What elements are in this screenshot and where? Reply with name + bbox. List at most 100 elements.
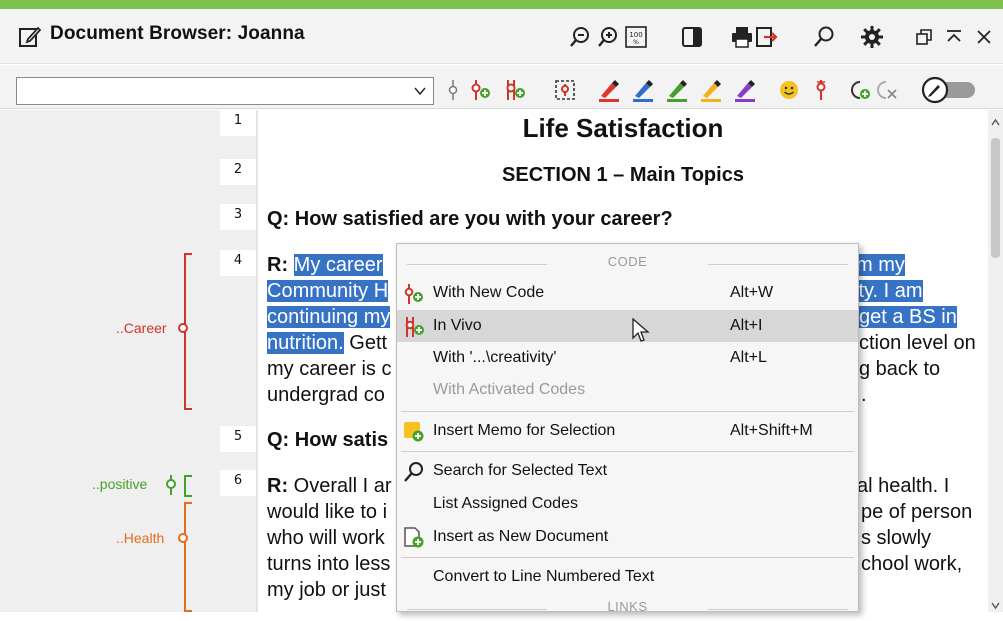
collapse-icon[interactable] bbox=[940, 23, 968, 51]
menu-item-search-selected-text[interactable]: Search for Selected Text bbox=[397, 455, 858, 487]
divider bbox=[708, 609, 848, 610]
response-2-line: s slowly bbox=[861, 527, 932, 549]
selected-text[interactable]: continuing my bbox=[267, 306, 391, 328]
divider bbox=[708, 264, 848, 265]
response-1-line: ction level on bbox=[859, 332, 976, 354]
line-number: 4 bbox=[220, 250, 256, 276]
in-vivo-icon[interactable] bbox=[500, 75, 530, 105]
line-number: 3 bbox=[220, 204, 256, 230]
document-title: Life Satisfaction bbox=[522, 113, 724, 143]
restore-icon[interactable] bbox=[910, 23, 938, 51]
code-label-health[interactable]: ..Health bbox=[116, 530, 164, 546]
response-1-line: Community H bbox=[267, 278, 389, 304]
export-icon[interactable] bbox=[752, 23, 780, 51]
menu-separator bbox=[401, 557, 854, 558]
line-number: 5 bbox=[220, 426, 256, 452]
panel-toggle-icon[interactable] bbox=[678, 23, 706, 51]
response-2-line: who will work bbox=[267, 527, 385, 549]
code-node-icon bbox=[178, 533, 188, 543]
close-icon[interactable] bbox=[970, 23, 998, 51]
code-label-career[interactable]: ..Career bbox=[116, 320, 167, 336]
coding-toolbar bbox=[0, 65, 1003, 109]
response-1-line: my career is c bbox=[267, 358, 392, 380]
window-title: Document Browser: Joanna bbox=[50, 23, 305, 44]
menu-item-shortcut: Alt+I bbox=[730, 317, 763, 334]
question-2: Q: How satis bbox=[267, 429, 389, 451]
menu-item-list-assigned-codes[interactable]: List Assigned Codes bbox=[397, 488, 858, 520]
menu-separator bbox=[401, 451, 854, 452]
response-1-line: continuing my bbox=[267, 304, 391, 330]
menu-item-in-vivo[interactable]: In Vivo Alt+I bbox=[397, 310, 858, 342]
response-2-line: my job or just bbox=[267, 579, 386, 601]
selected-text[interactable]: nutrition. bbox=[267, 332, 344, 354]
menu-item-convert-line-numbered[interactable]: Convert to Line Numbered Text bbox=[397, 561, 858, 593]
menu-item-shortcut: Alt+W bbox=[730, 284, 774, 301]
scrollbar-thumb[interactable] bbox=[991, 138, 1000, 258]
selected-text[interactable]: m my bbox=[856, 254, 905, 276]
selected-text[interactable]: ity. I am bbox=[854, 280, 923, 302]
positive-code-bracket[interactable] bbox=[184, 475, 192, 497]
symbol-code-icon[interactable] bbox=[806, 75, 836, 105]
menu-item-label: Insert Memo for Selection bbox=[433, 422, 616, 439]
code-stripes-gutter: ..Career ..positive ..Health bbox=[0, 110, 220, 612]
response-1-line: R: My career bbox=[267, 252, 383, 278]
settings-icon[interactable] bbox=[858, 23, 886, 51]
health-code-bracket[interactable] bbox=[184, 502, 192, 612]
chevron-down-icon[interactable] bbox=[413, 83, 427, 97]
code-node-icon bbox=[166, 475, 176, 495]
select-region-icon[interactable] bbox=[550, 75, 580, 105]
highlighter-blue-icon[interactable] bbox=[628, 75, 658, 105]
zoom-out-icon[interactable] bbox=[566, 23, 594, 51]
line-number: 1 bbox=[220, 110, 256, 136]
emoticon-icon[interactable] bbox=[774, 75, 804, 105]
menu-item-with-last-code[interactable]: With '...\creativity' Alt+L bbox=[397, 342, 858, 374]
search-icon[interactable] bbox=[810, 23, 838, 51]
menu-section-label: CODE bbox=[607, 254, 648, 269]
response-text: Overall I ar bbox=[293, 475, 392, 497]
new-document-icon bbox=[402, 527, 426, 549]
selected-text[interactable]: get a BS in bbox=[859, 306, 957, 328]
highlighter-green-icon[interactable] bbox=[662, 75, 692, 105]
remove-codes-icon[interactable] bbox=[872, 75, 902, 105]
selected-text[interactable]: Community H bbox=[267, 280, 389, 302]
menu-item-insert-new-document[interactable]: Insert as New Document bbox=[397, 521, 858, 553]
response-2-line: pe of person bbox=[861, 501, 973, 523]
menu-item-with-new-code[interactable]: With New Code Alt+W bbox=[397, 277, 858, 309]
response-prefix: R: bbox=[267, 475, 294, 497]
zoom-in-icon[interactable] bbox=[594, 23, 622, 51]
new-code-icon bbox=[402, 283, 426, 305]
response-1-line: g back to bbox=[859, 358, 941, 380]
response-1-line: . bbox=[861, 384, 867, 406]
window-accent-bar bbox=[0, 0, 1003, 9]
response-1-line: get a BS in bbox=[859, 304, 957, 330]
menu-item-label: With New Code bbox=[433, 284, 545, 301]
highlighter-purple-icon[interactable] bbox=[730, 75, 760, 105]
menu-item-shortcut: Alt+Shift+M bbox=[730, 422, 813, 439]
highlighter-yellow-icon[interactable] bbox=[696, 75, 726, 105]
line-number-column bbox=[220, 110, 256, 612]
zoom-100-icon[interactable]: 100% bbox=[622, 23, 650, 51]
code-label-positive[interactable]: ..positive bbox=[92, 476, 147, 492]
svg-text:%: % bbox=[633, 39, 639, 46]
menu-section-header: CODE bbox=[397, 254, 858, 276]
response-2-line: turns into less bbox=[267, 553, 391, 575]
code-icon[interactable] bbox=[438, 75, 468, 105]
code-selector-combobox[interactable] bbox=[16, 77, 434, 105]
context-menu: CODE With New Code Alt+W In Vivo Alt+I W… bbox=[396, 243, 859, 614]
scroll-down-icon[interactable] bbox=[990, 596, 1001, 610]
menu-item-label: With '...\creativity' bbox=[433, 349, 557, 366]
divider bbox=[407, 264, 547, 265]
response-2-line: R: Overall I ar bbox=[267, 473, 391, 499]
highlighter-red-icon[interactable] bbox=[594, 75, 624, 105]
menu-section-header: LINKS bbox=[397, 599, 858, 621]
menu-item-label: Convert to Line Numbered Text bbox=[433, 568, 655, 585]
edit-mode-toggle[interactable] bbox=[918, 75, 980, 105]
question-1: Q: How satisfied are you with your caree… bbox=[267, 208, 673, 230]
response-2-line: chool work, bbox=[861, 553, 963, 575]
selected-text[interactable]: My career bbox=[293, 254, 383, 276]
menu-item-label: Insert as New Document bbox=[433, 528, 609, 545]
menu-item-insert-memo[interactable]: Insert Memo for Selection Alt+Shift+M bbox=[397, 415, 858, 447]
menu-item-shortcut: Alt+L bbox=[730, 349, 767, 366]
new-code-icon[interactable] bbox=[466, 75, 496, 105]
scroll-up-icon[interactable] bbox=[990, 113, 1001, 126]
